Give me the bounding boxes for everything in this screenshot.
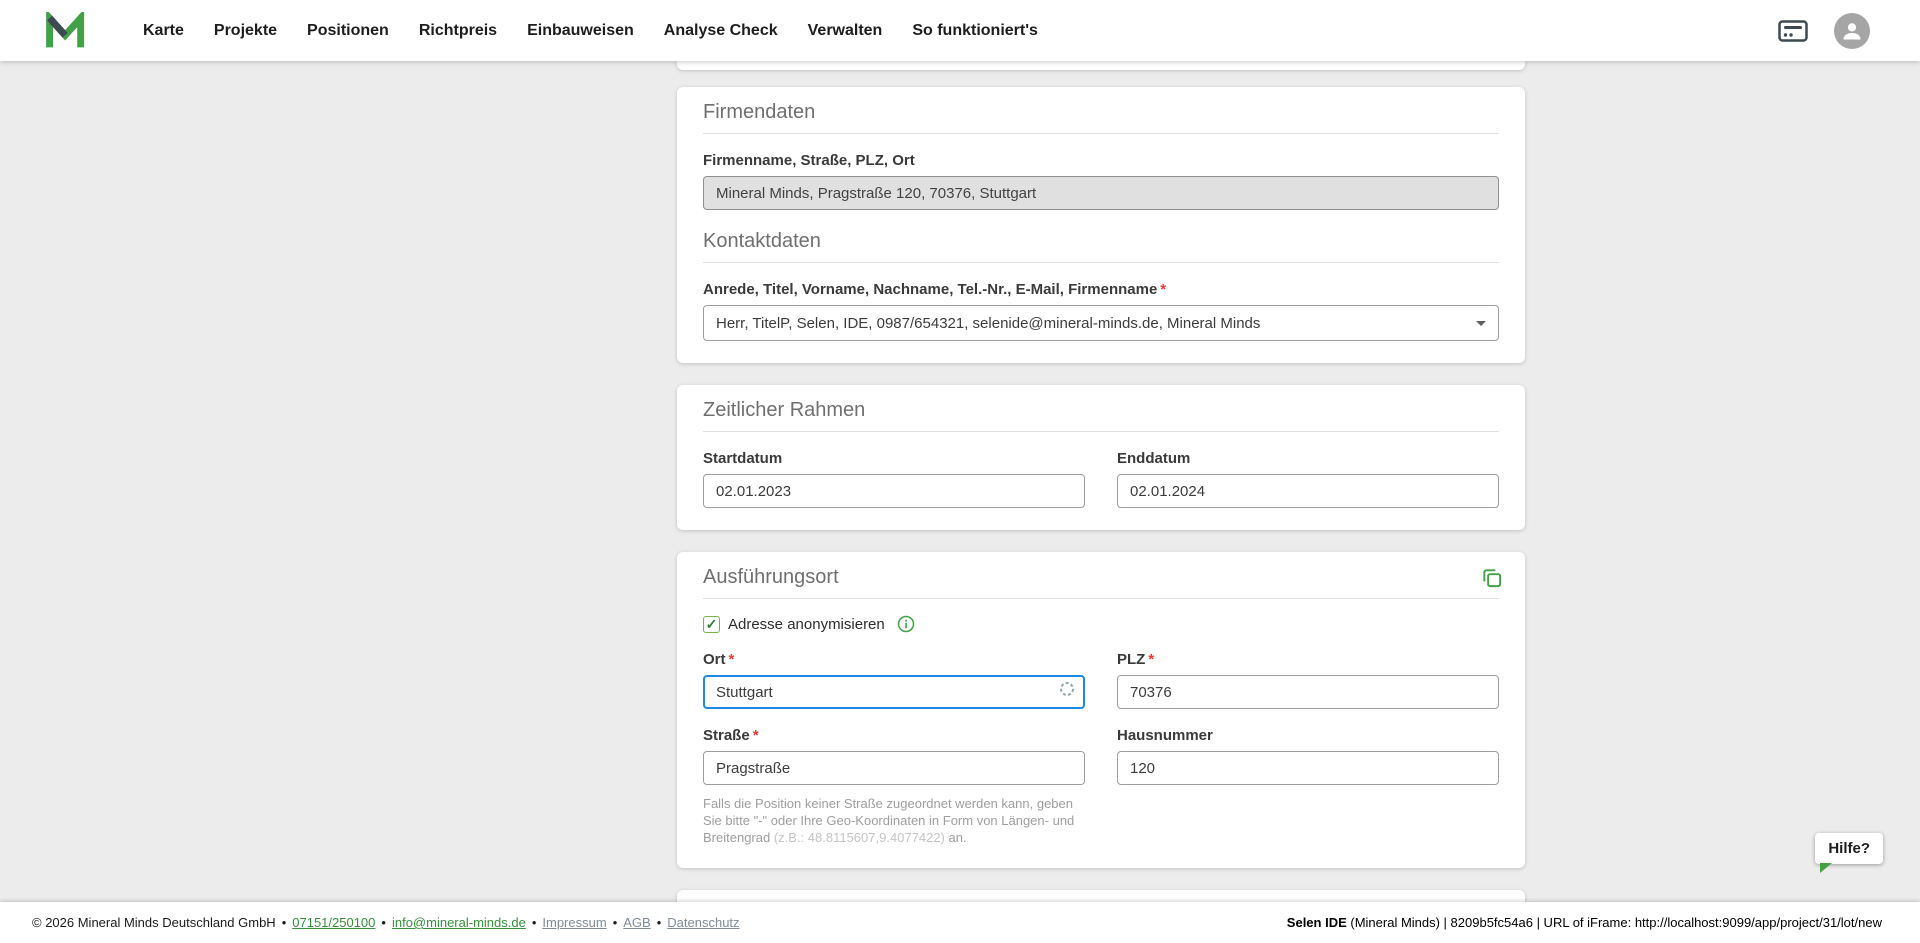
top-nav: Karte Projekte Positionen Richtpreis Ein… <box>0 0 1920 61</box>
footer-impressum-link[interactable]: Impressum <box>542 915 606 930</box>
footer: © 2026 Mineral Minds Deutschland GmbH • … <box>0 902 1920 943</box>
enddatum-label: Enddatum <box>1117 450 1191 467</box>
nav-item-analyse-check[interactable]: Analyse Check <box>664 22 778 40</box>
anonymize-label: Adresse anonymisieren <box>728 615 885 633</box>
company-label: Firmenname, Straße, PLZ, Ort <box>703 152 915 169</box>
previous-card-partial <box>677 61 1525 70</box>
strasse-label-text: Straße <box>703 727 750 744</box>
plz-input[interactable] <box>1117 675 1499 709</box>
content-area: Firmendaten Firmenname, Straße, PLZ, Ort… <box>0 61 1920 902</box>
footer-email-link[interactable]: info@mineral-minds.de <box>392 915 526 930</box>
chevron-down-icon <box>1476 320 1486 326</box>
server-icon[interactable] <box>1778 19 1808 42</box>
mineral-minds-logo[interactable] <box>45 11 87 50</box>
required-asterisk: * <box>1148 651 1155 668</box>
footer-left: © 2026 Mineral Minds Deutschland GmbH • … <box>32 915 740 930</box>
ausfuehrungsort-card: Ausführungsort ✓ Adresse anonymisieren O… <box>677 552 1525 868</box>
required-asterisk: * <box>1160 281 1167 298</box>
anonymize-row: ✓ Adresse anonymisieren <box>703 615 1499 633</box>
startdatum-label: Startdatum <box>703 450 783 467</box>
footer-agb-link[interactable]: AGB <box>623 915 650 930</box>
footer-separator: • <box>531 915 537 930</box>
strasse-input[interactable] <box>703 751 1085 785</box>
company-input[interactable] <box>703 176 1499 210</box>
person-icon <box>1843 22 1861 39</box>
nav-item-positionen[interactable]: Positionen <box>307 22 389 40</box>
footer-env-info: (Mineral Minds) | 8209b5fc54a6 | URL of … <box>1346 915 1882 930</box>
contact-label: Anrede, Titel, Vorname, Nachname, Tel.-N… <box>703 281 1499 298</box>
startdatum-input[interactable] <box>703 474 1085 508</box>
hausnummer-label: Hausnummer <box>1117 727 1213 744</box>
nav-item-richtpreis[interactable]: Richtpreis <box>419 22 497 40</box>
footer-app-name: Selen IDE <box>1286 915 1347 930</box>
required-asterisk: * <box>728 651 735 668</box>
info-icon[interactable] <box>897 615 915 633</box>
required-asterisk: * <box>752 727 759 744</box>
next-card-partial <box>677 890 1525 902</box>
footer-separator: • <box>381 915 386 930</box>
copyright-text: © 2026 Mineral Minds Deutschland GmbH <box>32 915 276 930</box>
check-icon: ✓ <box>705 616 718 632</box>
footer-right: Selen IDE (Mineral Minds) | 8209b5fc54a6… <box>1287 915 1882 930</box>
firmendaten-title: Firmendaten <box>703 99 1499 134</box>
header-icons <box>1778 12 1870 49</box>
help-bubble-tail <box>1820 863 1833 873</box>
footer-phone-link[interactable]: 07151/250100 <box>292 915 375 930</box>
strasse-label: Straße * <box>703 727 1085 744</box>
zeitraum-title: Zeitlicher Rahmen <box>703 397 1499 432</box>
nav-item-so-funktionierts[interactable]: So funktioniert's <box>912 22 1038 40</box>
main-nav: Karte Projekte Positionen Richtpreis Ein… <box>143 22 1038 40</box>
contact-select-value: Herr, TitelP, Selen, IDE, 0987/654321, s… <box>716 314 1261 332</box>
footer-separator: • <box>656 915 662 930</box>
loading-spinner-icon <box>1060 681 1074 696</box>
anonymize-checkbox[interactable]: ✓ <box>703 615 720 633</box>
footer-datenschutz-link[interactable]: Datenschutz <box>667 915 739 930</box>
ort-input-wrap <box>703 668 1085 709</box>
plz-label-text: PLZ <box>1117 651 1146 668</box>
nav-item-projekte[interactable]: Projekte <box>214 22 277 40</box>
plz-label: PLZ * <box>1117 651 1499 668</box>
zeitraum-card: Zeitlicher Rahmen Startdatum Enddatum <box>677 385 1525 530</box>
footer-separator: • <box>612 915 618 930</box>
help-button-label: Hilfe? <box>1828 840 1870 857</box>
user-avatar[interactable] <box>1834 12 1870 49</box>
nav-item-verwalten[interactable]: Verwalten <box>808 22 883 40</box>
ort-label-text: Ort <box>703 651 726 668</box>
nav-item-einbauweisen[interactable]: Einbauweisen <box>527 22 634 40</box>
enddatum-input[interactable] <box>1117 474 1499 508</box>
contact-label-text: Anrede, Titel, Vorname, Nachname, Tel.-N… <box>703 281 1158 298</box>
contact-select[interactable]: Herr, TitelP, Selen, IDE, 0987/654321, s… <box>703 305 1499 341</box>
kontaktdaten-title: Kontaktdaten <box>703 228 1499 263</box>
street-hint-text: Falls die Position keiner Straße zugeord… <box>703 795 1085 846</box>
help-button[interactable]: Hilfe? <box>1815 833 1883 873</box>
hint-part2: an. <box>944 830 967 845</box>
ausfuehrungsort-title: Ausführungsort <box>703 564 1499 599</box>
nav-item-karte[interactable]: Karte <box>143 22 184 40</box>
hint-coordinates-example: (z.B.: 48.8115607,9.4077422) <box>773 830 945 845</box>
copy-icon[interactable] <box>1480 566 1503 589</box>
hausnummer-input[interactable] <box>1117 751 1499 785</box>
ort-input[interactable] <box>703 675 1085 709</box>
footer-separator: • <box>281 915 287 930</box>
ort-label: Ort * <box>703 651 1085 668</box>
logo-icon <box>46 11 85 47</box>
firmendaten-card: Firmendaten Firmenname, Straße, PLZ, Ort… <box>677 87 1525 363</box>
